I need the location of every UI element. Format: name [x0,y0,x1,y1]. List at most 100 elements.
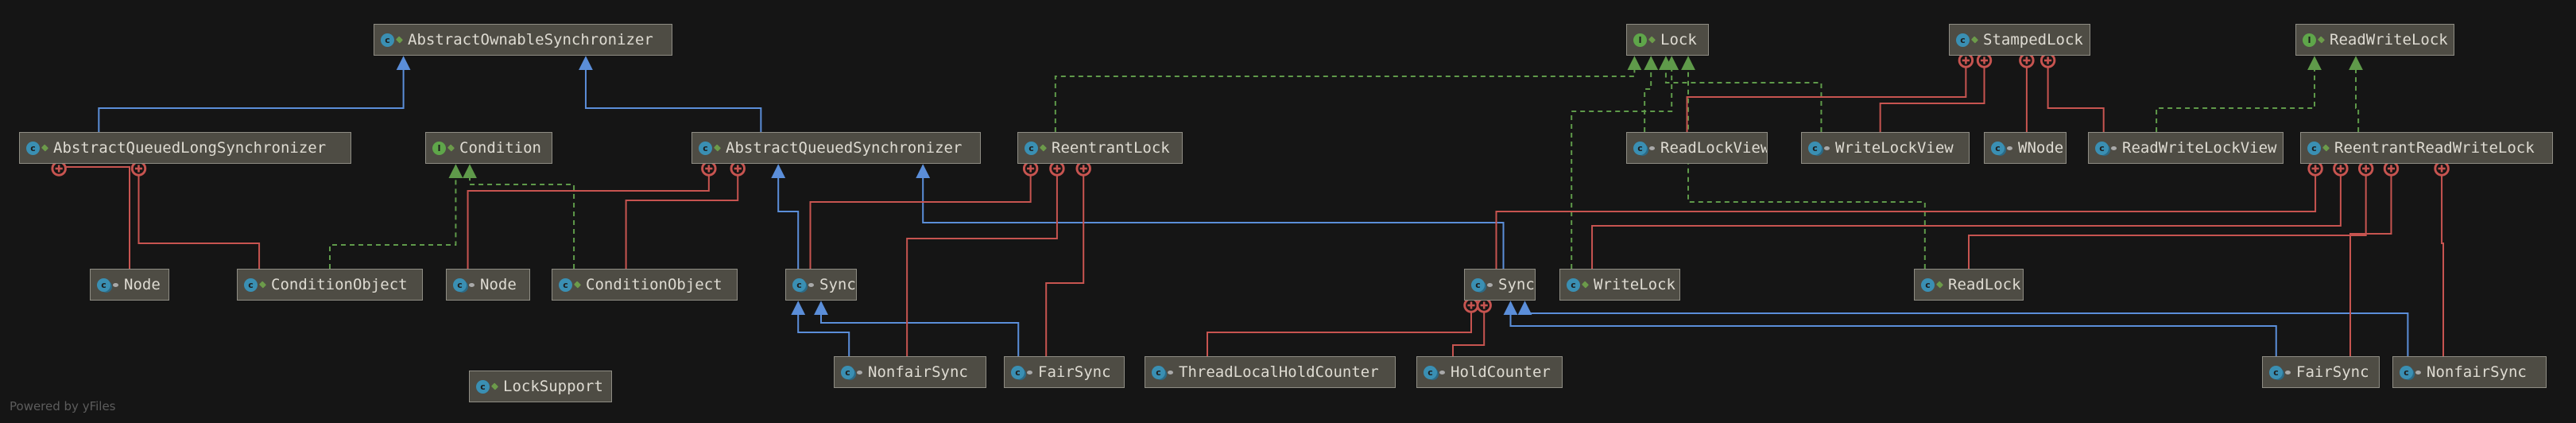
interface-icon: I [432,141,446,155]
edge-inner-sync1-rl [809,161,1039,269]
node-aqls-condition-object[interactable]: c ConditionObject [237,269,423,301]
node-label: AbstractOwnableSynchronizer [408,31,653,49]
edge-inner-rlv-sl [1686,52,1974,132]
node-condition[interactable]: I Condition [425,132,552,164]
class-icon: c [1956,33,1970,47]
inner-class-icon: c [2269,365,2283,379]
package-icon [857,370,862,374]
node-thread-local-hold-counter[interactable]: c ThreadLocalHoldCounter [1145,356,1396,388]
node-aqs-node[interactable]: c Node [446,269,530,301]
inner-class-icon: c [1424,365,1437,379]
edge-inner-nfs1-rl [906,161,1065,356]
inner-class-icon: c [1011,365,1025,379]
edge-inner-fs1-rl [1045,161,1091,356]
package-icon [808,282,814,287]
edge-extends-fs1-sync1 [814,301,1020,356]
node-label: ReadWriteLockView [2122,139,2277,157]
public-icon [41,144,49,152]
interface-icon: I [1633,33,1647,47]
node-wnode[interactable]: c WNode [1984,132,2067,164]
package-icon [1487,282,1493,287]
public-icon [1039,144,1048,152]
node-lock-support[interactable]: c LockSupport [469,371,612,402]
package-icon [1168,370,1173,374]
edge-inner-tlhc-sync2 [1207,297,1479,356]
package-icon [2111,146,2117,150]
node-label: ReentrantLock [1052,139,1170,157]
inner-class-icon: c [1152,365,1165,379]
edge-implements-rlv-lock [1644,56,1659,132]
edge-extends-sync1-aqs [771,164,800,269]
node-label: HoldCounter [1451,363,1551,381]
node-label: AbstractQueuedSynchronizer [726,139,963,157]
class-icon: c [2307,141,2321,155]
node-label: Condition [459,139,541,157]
inner-class-icon: c [1991,141,2005,155]
public-icon [490,382,499,390]
class-icon: c [244,277,258,292]
class-icon: c [381,33,394,47]
node-abstract-ownable-synchronizer[interactable]: c AbstractOwnableSynchronizer [374,24,672,56]
edge-inner-wn-sl [1997,52,2035,134]
node-write-lock[interactable]: c WriteLock [1559,269,1680,301]
node-hold-counter[interactable]: c HoldCounter [1416,356,1563,388]
edge-extends-sync2-aqs [916,164,1505,269]
node-read-lock[interactable]: c ReadLock [1914,269,2024,301]
public-icon [447,144,455,152]
public-icon [258,281,267,289]
interface-icon: I [2303,33,2316,47]
edge-implements-co1-cond [329,164,463,269]
inner-class-icon: c [97,277,110,292]
inner-class-icon: c [1471,277,1485,292]
node-reentrant-read-write-lock[interactable]: c ReentrantReadWriteLock [2300,132,2553,164]
node-label: NonfairSync [868,363,968,381]
package-icon [2007,146,2012,150]
public-icon [1648,36,1656,44]
node-stamped-lock[interactable]: c StampedLock [1949,24,2090,56]
node-label: ReadWriteLock [2330,31,2448,49]
node-read-write-lock[interactable]: I ReadWriteLock [2295,24,2454,56]
edge-inner-fs2-rrwl [2349,161,2400,356]
node-label: ReadLockView [1660,139,1768,157]
node-reentrant-lock[interactable]: c ReentrantLock [1017,132,1183,164]
node-abstract-queued-synchronizer[interactable]: c AbstractQueuedSynchronizer [691,132,981,164]
node-label: Lock [1660,31,1697,49]
node-aqs-condition-object[interactable]: c ConditionObject [552,269,738,301]
edge-implements-rl-lock [1054,56,1642,132]
class-icon: c [1921,277,1935,292]
node-reentrant-lock-sync[interactable]: c Sync [785,269,857,301]
node-label: FairSync [1038,363,1111,381]
class-icon: c [559,277,572,292]
inner-class-icon: c [841,365,854,379]
inner-class-icon: c [1633,141,1647,155]
node-rrwl-fair-sync[interactable]: c FairSync [2262,356,2380,388]
node-reentrant-lock-fair-sync[interactable]: c FairSync [1004,356,1125,388]
node-rrwl-sync[interactable]: c Sync [1464,269,1536,301]
edge-inner-rlk-rrwl [1968,161,2374,269]
node-label: Node [124,276,161,293]
node-abstract-queued-long-synchronizer[interactable]: c AbstractQueuedLongSynchronizer [19,132,351,164]
node-label: WriteLock [1594,276,1675,293]
class-icon: c [26,141,40,155]
node-reentrant-lock-nonfair-sync[interactable]: c NonfairSync [834,356,986,388]
node-aqls-node[interactable]: c Node [90,269,169,301]
node-read-lock-view[interactable]: c ReadLockView [1626,132,1768,164]
edge-inner-node1-aqls [51,161,130,269]
edges [51,52,2450,356]
edge-implements-co2-cond [463,164,575,269]
node-lock[interactable]: I Lock [1626,24,1709,56]
edge-inner-wl-rrwl [1591,161,2349,269]
edge-inner-node2-aqs [467,161,717,269]
package-icon [1824,146,1830,150]
node-label: ReadLock [1948,276,2021,293]
class-icon: c [1567,277,1580,292]
node-write-lock-view[interactable]: c WriteLockView [1801,132,1970,164]
node-read-write-lock-view[interactable]: c ReadWriteLockView [2088,132,2284,164]
node-label: LockSupport [503,378,603,395]
package-icon [469,282,475,287]
node-rrwl-nonfair-sync[interactable]: c NonfairSync [2392,356,2547,388]
edge-inner-sync2-rrwl [1495,161,2323,269]
edge-extends-fs2-sync2 [1503,301,2277,356]
package-icon [2415,370,2421,374]
public-icon [1970,36,1979,44]
